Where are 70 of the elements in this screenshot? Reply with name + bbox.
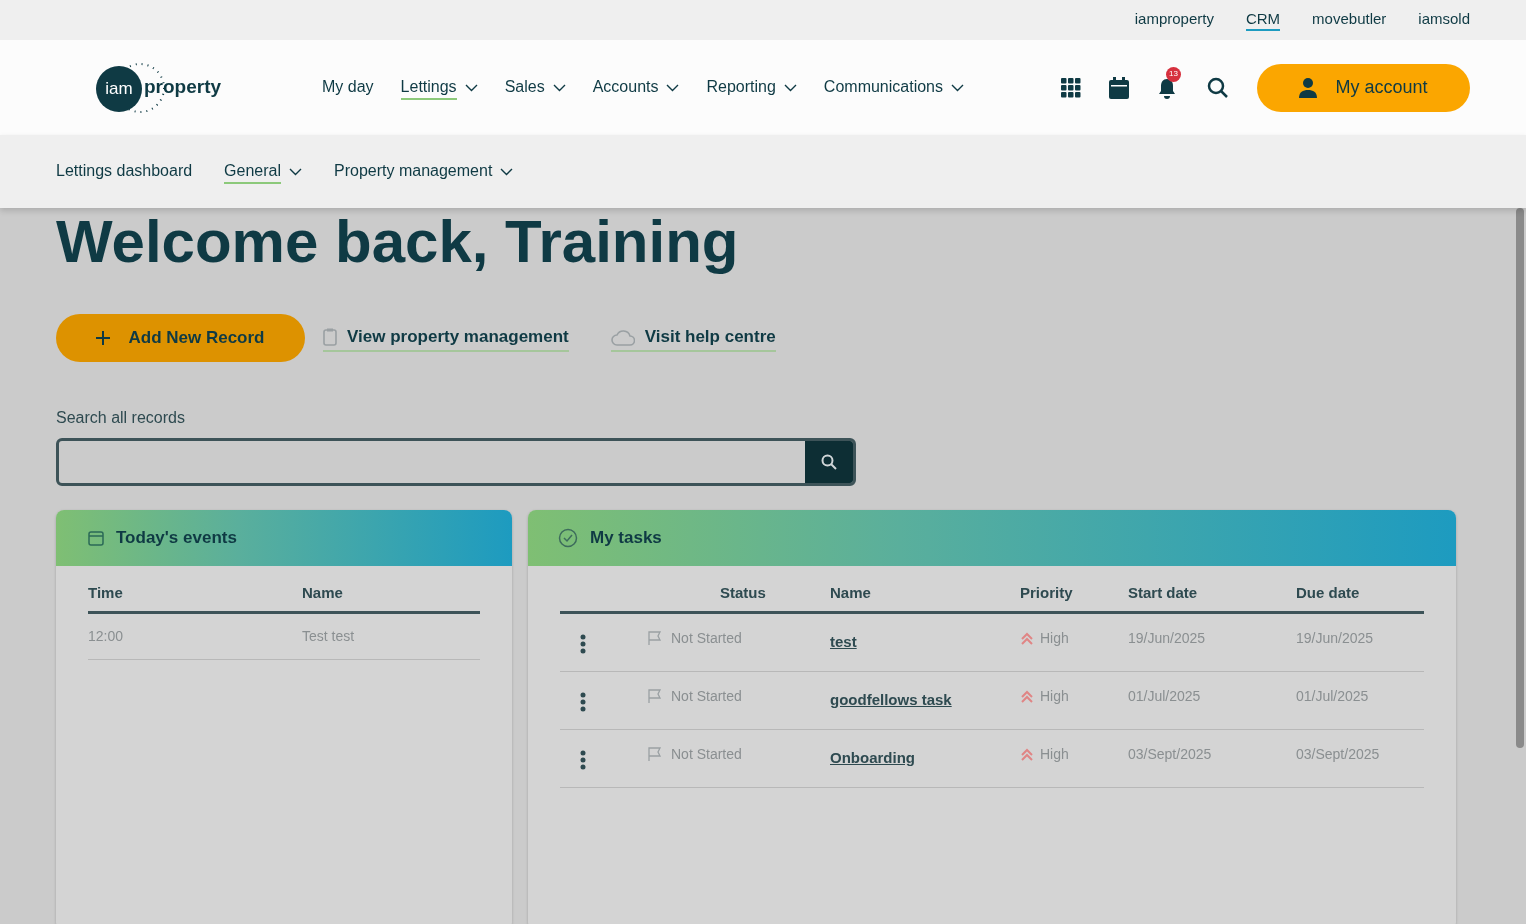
nav-link[interactable]: Property management [334,159,514,184]
nav-link[interactable]: Lettings dashboard [56,159,193,184]
plus-icon [96,331,111,345]
brand-link[interactable]: iamproperty [1134,9,1214,31]
table-cell-text: 19/Jun/2025 [1296,628,1375,648]
apps-grid-icon[interactable] [1061,77,1081,98]
column-header: Priority [1020,583,1074,603]
column-header: Time [88,583,124,603]
search-label: Search all records [56,408,186,428]
task-link[interactable]: goodfellows task [830,688,952,711]
check-circle-icon [558,528,578,548]
table-cell-text: Test test [302,626,356,646]
nav-link[interactable]: Reporting [706,75,797,100]
chevrons-up-icon [1020,689,1034,703]
table-cell-text: Not Started [671,744,742,764]
flag-icon [647,630,663,646]
card-title: My tasks [590,527,662,550]
column-header: Name [830,583,872,603]
nav-link[interactable]: Accounts [592,75,680,100]
scrollbar[interactable] [1516,208,1524,748]
search-field[interactable] [56,438,856,486]
task-link[interactable]: Onboarding [830,746,915,769]
add-record-button[interactable]: Add New Record [56,314,305,362]
brand-link[interactable]: movebutler [1312,9,1387,31]
column-header: Name [302,583,344,603]
more-options-icon[interactable] [580,633,586,654]
search-button[interactable] [805,441,853,483]
table-cell-text: Not Started [671,628,742,648]
table-cell-text: Not Started [671,686,742,706]
flag-icon [647,746,663,762]
account-button[interactable]: My account [1257,63,1470,112]
nav-link[interactable]: Lettings [400,75,478,100]
action-link[interactable]: Visit help centre [610,324,776,352]
table-cell-text: High [1040,686,1069,706]
cloud-icon [610,328,635,346]
action-link[interactable]: View property management [323,324,569,352]
search-icon [821,454,837,470]
notification-bell-icon[interactable] [1157,77,1177,100]
brand-link[interactable]: CRM [1245,9,1281,31]
flag-icon [647,688,663,704]
column-header: Due date [1296,583,1361,603]
table-cell-text: 03/Sept/2025 [1296,744,1381,764]
table-cell-text: 01/Jul/2025 [1296,686,1370,706]
nav-link[interactable]: Communications [823,75,964,100]
task-link[interactable]: test [830,630,857,653]
more-options-icon[interactable] [580,691,586,712]
notification-count: 13 [1166,66,1181,82]
table-cell-text: 19/Jun/2025 [1128,628,1207,648]
more-options-icon[interactable] [580,749,586,770]
chevrons-up-icon [1020,631,1034,645]
table-cell-text: 12:00 [88,626,125,646]
search-icon[interactable] [1207,76,1229,99]
table-cell-text: 01/Jul/2025 [1128,686,1202,706]
calendar-icon [88,530,104,546]
clipboard-icon [323,328,337,346]
table-cell-text: High [1040,744,1069,764]
nav-link[interactable]: Sales [504,75,566,100]
logo[interactable]: iam property [96,61,322,114]
column-header: Start date [1128,583,1199,603]
column-header: Status [720,583,767,603]
card-title: Today's events [116,527,237,550]
brand-link[interactable]: iamsold [1418,9,1470,31]
table-cell-text: 03/Sept/2025 [1128,744,1213,764]
table-cell-text: High [1040,628,1069,648]
nav-link[interactable]: My day [322,75,374,100]
person-icon [1299,77,1318,98]
calendar-icon[interactable] [1109,76,1129,99]
welcome-heading: Welcome back, Training [56,210,740,274]
nav-link[interactable]: General [224,159,303,184]
chevrons-up-icon [1020,747,1034,761]
